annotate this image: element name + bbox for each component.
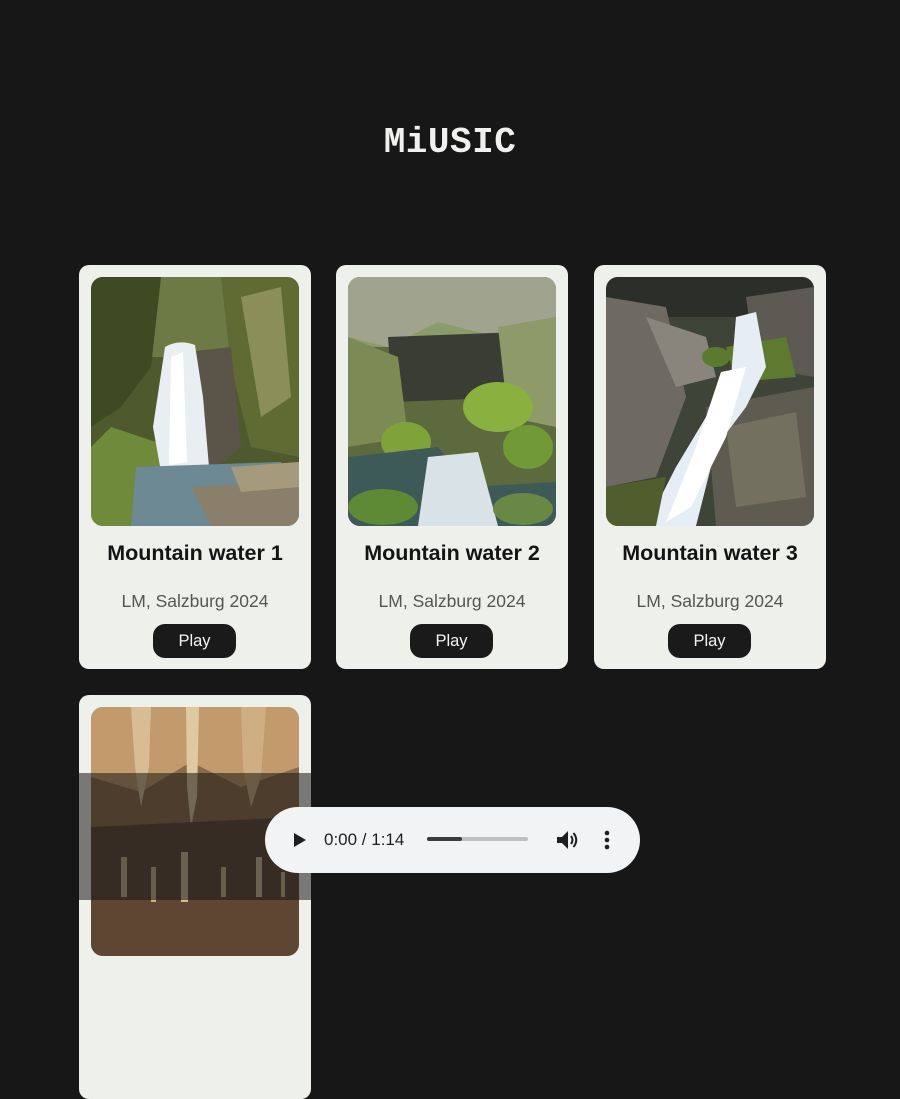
track-card: Mountain water 3 LM, Salzburg 2024 Play <box>594 265 826 669</box>
track-card <box>79 695 311 1099</box>
site-title: MiUSIC <box>383 122 517 163</box>
track-title: Mountain water 1 <box>107 541 283 565</box>
play-button[interactable]: Play <box>668 624 751 658</box>
track-title: Mountain water 2 <box>364 541 540 565</box>
track-meta: LM, Salzburg 2024 <box>378 591 526 611</box>
volume-icon[interactable] <box>554 828 580 852</box>
more-vertical-icon[interactable] <box>599 828 615 852</box>
track-card: Mountain water 1 LM, Salzburg 2024 Play <box>79 265 311 669</box>
progress-bar[interactable] <box>427 837 528 841</box>
track-card: Mountain water 2 LM, Salzburg 2024 Play <box>336 265 568 669</box>
track-image-rocky-cascade <box>606 277 814 526</box>
play-button[interactable]: Play <box>410 624 493 658</box>
audio-player: 0:00 / 1:14 <box>265 807 640 873</box>
track-meta: LM, Salzburg 2024 <box>636 591 784 611</box>
track-image-mossy-rocks-stream <box>348 277 556 526</box>
track-meta: LM, Salzburg 2024 <box>121 591 269 611</box>
progress-fill <box>427 837 463 841</box>
playback-time: 0:00 / 1:14 <box>324 830 405 849</box>
track-image-waterfall-forest <box>91 277 299 526</box>
play-icon[interactable] <box>287 828 311 852</box>
track-title: Mountain water 3 <box>622 541 798 565</box>
play-button[interactable]: Play <box>153 624 236 658</box>
